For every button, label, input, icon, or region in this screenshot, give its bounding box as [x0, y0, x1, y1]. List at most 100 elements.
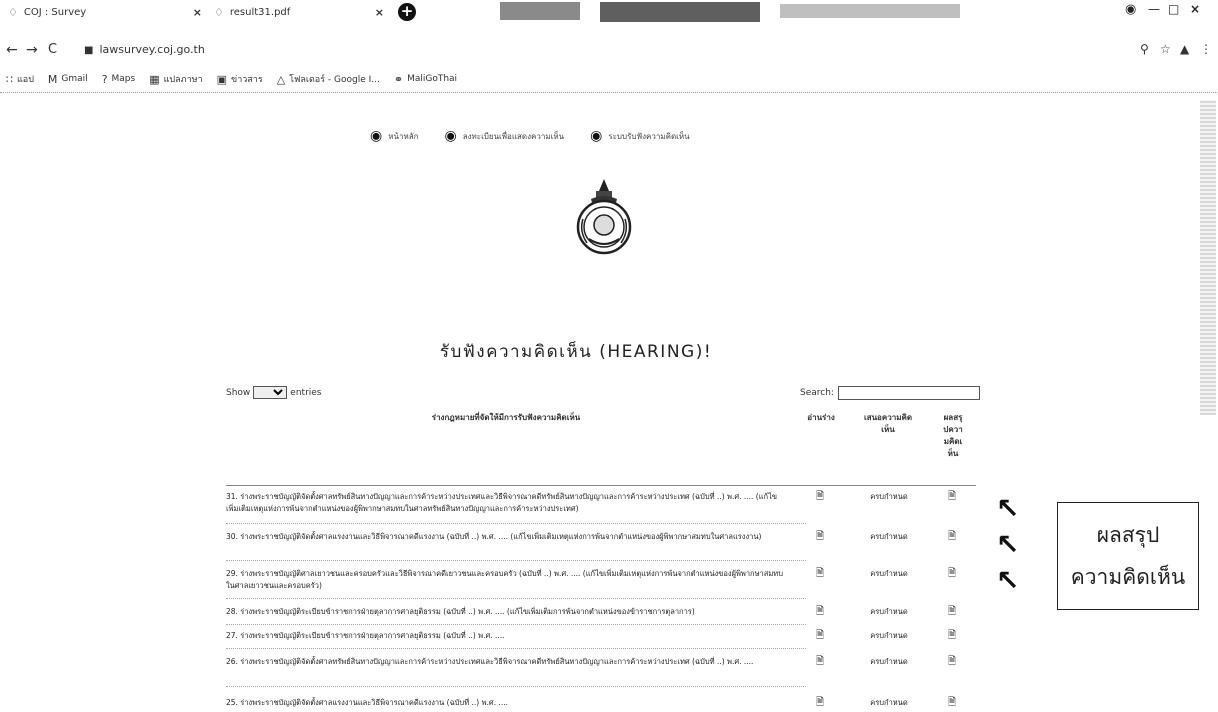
bookmark-maligothai[interactable]: ⚭ MaliGoThai	[394, 73, 457, 86]
read-draft-icon[interactable]: 🗎	[816, 606, 824, 618]
row-divider	[226, 523, 806, 524]
column-header-name[interactable]: ร่างกฎหมายที่จัดให้มีการรับฟังความคิดเห็…	[226, 412, 786, 424]
forward-icon[interactable]: →	[26, 42, 38, 58]
globe-icon: ⚭	[393, 72, 404, 86]
nav-register[interactable]: ◉ ลงทะเบียนเพื่อแสดงความเห็น	[444, 128, 564, 144]
row-title: 27. ร่างพระราชบัญญัติระเบียบข้าราชการฝ่า…	[226, 631, 505, 640]
back-icon[interactable]: ←	[6, 42, 18, 58]
tab-bar: ♢ COJ : Survey × ♢ result31.pdf × + ◉ — …	[0, 0, 1218, 24]
bookmark-label: โฟลเดอร์ - Google I...	[289, 75, 380, 85]
home-icon: ◉	[370, 128, 383, 144]
bookmark-apps[interactable]: ∷ แอป	[6, 72, 34, 86]
result-doc-icon[interactable]: 🗎	[948, 697, 956, 709]
annotation-arrow-icon: ↖	[996, 492, 1020, 525]
tab-coj-survey[interactable]: ♢ COJ : Survey ×	[8, 2, 208, 22]
bookmark-news[interactable]: ▣ ข่าวสาร	[217, 72, 263, 86]
page-favicon-icon: ♢	[8, 5, 18, 19]
row-title: 26. ร่างพระราชบัญญัติจัดตั้งศาลทรัพย์สิน…	[226, 657, 754, 666]
search-label: Search:	[800, 388, 834, 398]
minimize-icon[interactable]: —	[1148, 2, 1160, 16]
row-status: ครบกำหนด	[870, 698, 908, 707]
bookmark-label: Maps	[111, 74, 136, 84]
bookmarks-bar: ∷ แอป M Gmail ? Maps ▦ แปลภาษา ▣ ข่าวสาร △ โฟล…	[6, 72, 471, 86]
row-status: ครบกำหนด	[870, 631, 908, 640]
page-scrollbar[interactable]	[1200, 100, 1216, 415]
bookmark-maps[interactable]: ? Maps	[102, 73, 136, 86]
read-draft-icon[interactable]: 🗎	[816, 531, 824, 543]
row-status: ครบกำหนด	[870, 657, 908, 666]
divider	[0, 92, 1218, 93]
nav-home[interactable]: ◉ หน้าหลัก	[370, 128, 418, 144]
bookmark-gmail[interactable]: M Gmail	[48, 73, 88, 86]
read-draft-icon[interactable]: 🗎	[816, 568, 824, 580]
bookmark-star-icon[interactable]: ☆	[1160, 42, 1171, 56]
tab-result-pdf[interactable]: ♢ result31.pdf ×	[214, 2, 390, 22]
site-nav: ◉ หน้าหลัก ◉ ลงทะเบียนเพื่อแสดงความเห็น ◉ ร…	[370, 128, 716, 144]
row-title: 30. ร่างพระราชบัญญัติจัดตั้งศาลแรงงานและ…	[226, 532, 762, 541]
search-input[interactable]	[837, 386, 980, 400]
column-header-status[interactable]: เสนอความคิดเห็น	[858, 412, 918, 436]
bookmark-label: Gmail	[61, 74, 88, 84]
result-doc-icon[interactable]: 🗎	[948, 568, 956, 580]
result-doc-icon[interactable]: 🗎	[948, 531, 956, 543]
drive-icon: △	[276, 72, 286, 86]
close-tab-icon[interactable]: ×	[375, 6, 384, 19]
row-divider	[226, 560, 806, 561]
scan-noise	[600, 2, 760, 22]
row-divider	[226, 624, 806, 625]
row-title: 25. ร่างพระราชบัญญัติจัดตั้งศาลแรงงานและ…	[226, 698, 508, 707]
court-seal-logo	[576, 179, 632, 255]
maps-pin-icon: ?	[101, 72, 108, 86]
result-doc-icon[interactable]: 🗎	[948, 606, 956, 618]
header-divider	[226, 485, 976, 486]
row-divider	[226, 598, 806, 599]
table-search: Search:	[800, 386, 980, 400]
annotation-callout: ผลสรุป ความคิดเห็น	[1057, 502, 1199, 610]
entries-select[interactable]	[253, 386, 288, 399]
new-tab-button[interactable]: +	[398, 3, 416, 21]
zoom-icon[interactable]: ⚲	[1140, 42, 1149, 56]
result-doc-icon[interactable]: 🗎	[948, 491, 956, 503]
nav-hearing[interactable]: ◉ ระบบรับฟังความคิดเห็น	[590, 128, 690, 144]
read-draft-icon[interactable]: 🗎	[816, 491, 824, 503]
url-text: lawsurvey.coj.go.th	[99, 43, 205, 56]
annotation-arrow-icon: ↖	[996, 564, 1020, 597]
close-tab-icon[interactable]: ×	[193, 6, 202, 19]
tab-label: result31.pdf	[229, 6, 291, 18]
nav-label: หน้าหลัก	[388, 131, 419, 141]
callout-line-1: ผลสรุป	[1096, 523, 1160, 547]
bookmark-label: MaliGoThai	[407, 74, 458, 84]
menu-icon[interactable]: ⋮	[1200, 42, 1212, 56]
maximize-icon[interactable]: □	[1168, 2, 1179, 16]
address-bar[interactable]: ■ lawsurvey.coj.go.th	[84, 43, 205, 56]
read-draft-icon[interactable]: 🗎	[816, 697, 824, 709]
entries-label: entries	[290, 387, 322, 398]
result-doc-icon[interactable]: 🗎	[948, 656, 956, 668]
read-draft-icon[interactable]: 🗎	[816, 656, 824, 668]
tab-label: COJ : Survey	[23, 6, 87, 18]
account-icon[interactable]: ▲	[1180, 42, 1189, 56]
nav-label: ระบบรับฟังความคิดเห็น	[608, 131, 690, 141]
profile-icon[interactable]: ◉	[1125, 2, 1136, 17]
callout-line-2: ความคิดเห็น	[1070, 565, 1186, 589]
row-title: 28. ร่างพระราชบัญญัติระเบียบข้าราชการฝ่า…	[226, 607, 695, 616]
bookmark-folder[interactable]: △ โฟลเดอร์ - Google I...	[277, 72, 380, 86]
row-title: 31. ร่างพระราชบัญญัติจัดตั้งศาลทรัพย์สิน…	[226, 492, 777, 513]
page-title: รับฟังความคิดเห็น (HEARING)!	[439, 342, 713, 362]
news-icon: ▣	[216, 72, 228, 86]
hearing-icon: ◉	[590, 128, 603, 144]
bookmark-label: แอป	[17, 75, 34, 85]
entries-length: Show entries	[226, 386, 322, 399]
reload-icon[interactable]: C	[48, 42, 57, 57]
nav-label: ลงทะเบียนเพื่อแสดงความเห็น	[462, 131, 565, 141]
column-header-draft[interactable]: อ่านร่าง	[800, 412, 842, 424]
bookmark-translate[interactable]: ▦ แปลภาษา	[149, 72, 202, 86]
scan-noise	[780, 4, 960, 18]
bookmark-label: ข่าวสาร	[231, 75, 263, 85]
row-divider	[226, 686, 806, 687]
read-draft-icon[interactable]: 🗎	[816, 630, 824, 642]
bookmark-label: แปลภาษา	[163, 75, 203, 85]
column-header-result[interactable]: ผลสรุปความคิดเห็น	[942, 412, 964, 460]
result-doc-icon[interactable]: 🗎	[948, 630, 956, 642]
close-window-icon[interactable]: ×	[1190, 2, 1200, 16]
